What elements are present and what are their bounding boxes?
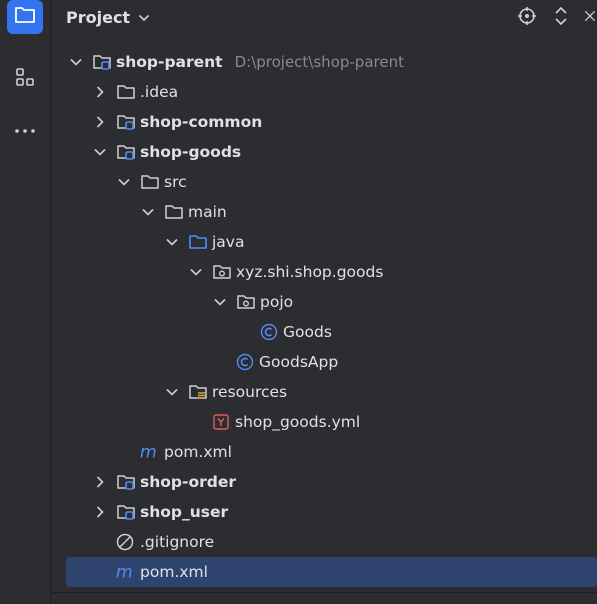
tree-label: shop_goods.yml: [235, 413, 361, 431]
chevron-right-icon[interactable]: [93, 85, 107, 99]
folder-icon: [116, 83, 136, 101]
structure-tool-button[interactable]: [7, 62, 43, 96]
chevron-right-icon[interactable]: [93, 115, 107, 129]
chevron-down-icon[interactable]: [213, 295, 227, 309]
chevron-down-icon[interactable]: [141, 205, 155, 219]
project-tool-button[interactable]: [7, 0, 43, 34]
tree-label: pom.xml: [140, 563, 208, 581]
maven-icon: m: [115, 563, 135, 581]
java-class-icon: [235, 353, 255, 371]
package-icon: [212, 263, 232, 281]
folder-icon: [164, 203, 184, 221]
tool-window-strip: [0, 0, 51, 604]
yaml-file-icon: [211, 413, 231, 431]
resources-folder-icon: [188, 383, 208, 401]
project-path: D:\project\shop-parent: [234, 53, 404, 71]
chevron-down-icon[interactable]: [117, 175, 131, 189]
folder-icon: [14, 5, 36, 29]
panel-divider: [52, 592, 597, 593]
tree-label: xyz.shi.shop.goods: [236, 263, 384, 281]
expand-collapse-icon[interactable]: [549, 4, 573, 28]
tree-row-goodsapp[interactable]: GoodsApp: [52, 347, 597, 377]
tree-label: shop-order: [140, 473, 236, 491]
chevron-right-icon[interactable]: [93, 505, 107, 519]
chevron-down-icon[interactable]: [69, 55, 83, 69]
tree-row-main[interactable]: main: [52, 197, 597, 227]
tree-row-java[interactable]: java: [52, 227, 597, 257]
tree-label: .idea: [140, 83, 179, 101]
chevron-down-icon[interactable]: [138, 8, 150, 26]
chevron-down-icon[interactable]: [165, 235, 179, 249]
module-folder-icon: [116, 503, 136, 521]
panel-title[interactable]: Project: [66, 8, 130, 27]
tree-row-idea[interactable]: .idea: [52, 77, 597, 107]
tree-row-src[interactable]: src: [52, 167, 597, 197]
tree-label: shop_user: [140, 503, 229, 521]
tree-label: pom.xml: [164, 443, 232, 461]
svg-text:m: m: [140, 443, 157, 461]
more-icon: [13, 120, 37, 138]
project-panel-header: Project: [52, 0, 597, 34]
structure-icon: [14, 66, 36, 92]
tree-row-goods[interactable]: Goods: [52, 317, 597, 347]
tree-row-package[interactable]: xyz.shi.shop.goods: [52, 257, 597, 287]
svg-text:m: m: [116, 563, 133, 581]
close-icon[interactable]: [583, 4, 597, 28]
tree-row-shop-user[interactable]: shop_user: [52, 497, 597, 527]
locate-icon[interactable]: [515, 4, 539, 28]
tree-label: shop-goods: [140, 143, 242, 161]
tree-row-pojo[interactable]: pojo: [52, 287, 597, 317]
module-folder-icon: [116, 473, 136, 491]
tree-label: .gitignore: [140, 533, 215, 551]
tree-row-shop-goods[interactable]: shop-goods: [52, 137, 597, 167]
chevron-right-icon[interactable]: [93, 475, 107, 489]
tree-row-gitignore[interactable]: .gitignore: [52, 527, 597, 557]
source-root-folder-icon: [188, 233, 208, 251]
tree-row-resources[interactable]: resources: [52, 377, 597, 407]
tree-label: main: [188, 203, 227, 221]
tree-row-pom-root[interactable]: m pom.xml: [66, 557, 597, 587]
project-tree: shop-parent D:\project\shop-parent .idea …: [52, 47, 597, 587]
tree-label: pojo: [260, 293, 294, 311]
ignored-file-icon: [115, 533, 135, 551]
tree-label: shop-parent: [116, 53, 223, 71]
tree-label: resources: [212, 383, 288, 401]
chevron-down-icon[interactable]: [165, 385, 179, 399]
java-class-icon: [259, 323, 279, 341]
module-folder-icon: [116, 143, 136, 161]
maven-icon: m: [139, 443, 159, 461]
module-folder-icon: [92, 53, 112, 71]
package-icon: [236, 293, 256, 311]
tree-row-yml[interactable]: shop_goods.yml: [52, 407, 597, 437]
tree-row-shop-parent[interactable]: shop-parent D:\project\shop-parent: [52, 47, 597, 77]
chevron-down-icon[interactable]: [189, 265, 203, 279]
module-folder-icon: [116, 113, 136, 131]
chevron-down-icon[interactable]: [93, 145, 107, 159]
folder-icon: [140, 173, 160, 191]
tree-label: Goods: [283, 323, 332, 341]
tree-label: shop-common: [140, 113, 263, 131]
tree-label: GoodsApp: [259, 353, 339, 371]
more-tools-button[interactable]: [7, 112, 43, 146]
tree-row-pom-goods[interactable]: m pom.xml: [52, 437, 597, 467]
tree-label: src: [164, 173, 187, 191]
tree-row-shop-order[interactable]: shop-order: [52, 467, 597, 497]
tree-row-shop-common[interactable]: shop-common: [52, 107, 597, 137]
tree-label: java: [212, 233, 245, 251]
